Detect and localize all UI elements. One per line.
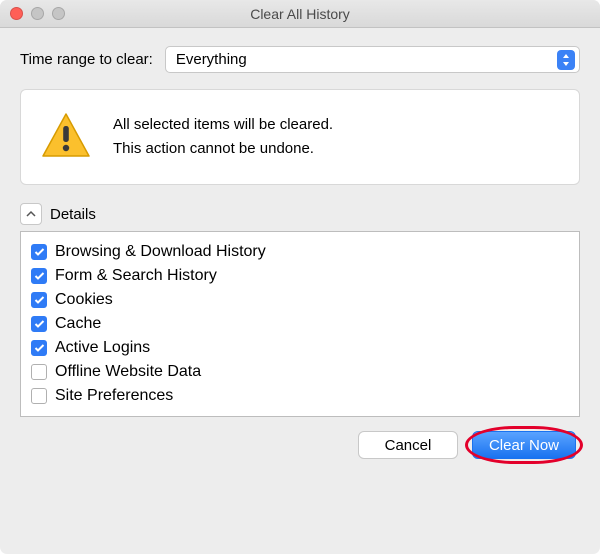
time-range-value: Everything (176, 51, 557, 68)
select-arrows-icon (557, 50, 575, 70)
checkmark-icon (34, 343, 45, 353)
chevron-up-icon (26, 210, 36, 218)
list-item-label: Form & Search History (55, 267, 217, 285)
list-item-label: Active Logins (55, 339, 150, 357)
list-item-label: Cache (55, 315, 101, 333)
time-range-select[interactable]: Everything (165, 46, 580, 73)
list-item[interactable]: Offline Website Data (31, 360, 569, 384)
warning-text: All selected items will be cleared. This… (113, 113, 333, 161)
checkbox[interactable] (31, 340, 47, 356)
dialog-window: Clear All History Time range to clear: E… (0, 0, 600, 554)
list-item[interactable]: Browsing & Download History (31, 240, 569, 264)
dialog-content: Time range to clear: Everything All sele… (0, 28, 600, 554)
list-item[interactable]: Cache (31, 312, 569, 336)
zoom-window-button[interactable] (52, 7, 65, 20)
list-item[interactable]: Form & Search History (31, 264, 569, 288)
details-header[interactable]: Details (20, 199, 580, 231)
clear-now-button[interactable]: Clear Now (472, 431, 576, 459)
list-item-label: Site Preferences (55, 387, 173, 405)
traffic-lights (10, 7, 65, 20)
disclosure-toggle[interactable] (20, 203, 42, 225)
list-item-label: Cookies (55, 291, 113, 309)
checkmark-icon (34, 247, 45, 257)
warning-line2: This action cannot be undone. (113, 137, 333, 161)
time-range-row: Time range to clear: Everything (20, 46, 580, 73)
minimize-window-button[interactable] (31, 7, 44, 20)
close-window-button[interactable] (10, 7, 23, 20)
checkbox[interactable] (31, 364, 47, 380)
cancel-button[interactable]: Cancel (358, 431, 458, 459)
warning-line1: All selected items will be cleared. (113, 113, 333, 137)
details-list: Browsing & Download History Form & Search… (20, 231, 580, 417)
checkbox[interactable] (31, 292, 47, 308)
details-label: Details (50, 206, 96, 223)
button-row: Cancel Clear Now (20, 417, 580, 459)
list-item-label: Browsing & Download History (55, 243, 266, 261)
checkbox[interactable] (31, 268, 47, 284)
checkmark-icon (34, 271, 45, 281)
checkmark-icon (34, 295, 45, 305)
time-range-label: Time range to clear: (20, 51, 153, 68)
window-title: Clear All History (250, 6, 350, 22)
list-item[interactable]: Site Preferences (31, 384, 569, 408)
titlebar: Clear All History (0, 0, 600, 28)
checkbox[interactable] (31, 244, 47, 260)
checkbox[interactable] (31, 316, 47, 332)
checkbox[interactable] (31, 388, 47, 404)
list-item[interactable]: Cookies (31, 288, 569, 312)
warning-panel: All selected items will be cleared. This… (20, 89, 580, 185)
checkmark-icon (34, 319, 45, 329)
clear-now-button-label: Clear Now (489, 437, 559, 454)
list-item-label: Offline Website Data (55, 363, 201, 381)
warning-icon (41, 112, 91, 162)
list-item[interactable]: Active Logins (31, 336, 569, 360)
cancel-button-label: Cancel (385, 437, 432, 454)
